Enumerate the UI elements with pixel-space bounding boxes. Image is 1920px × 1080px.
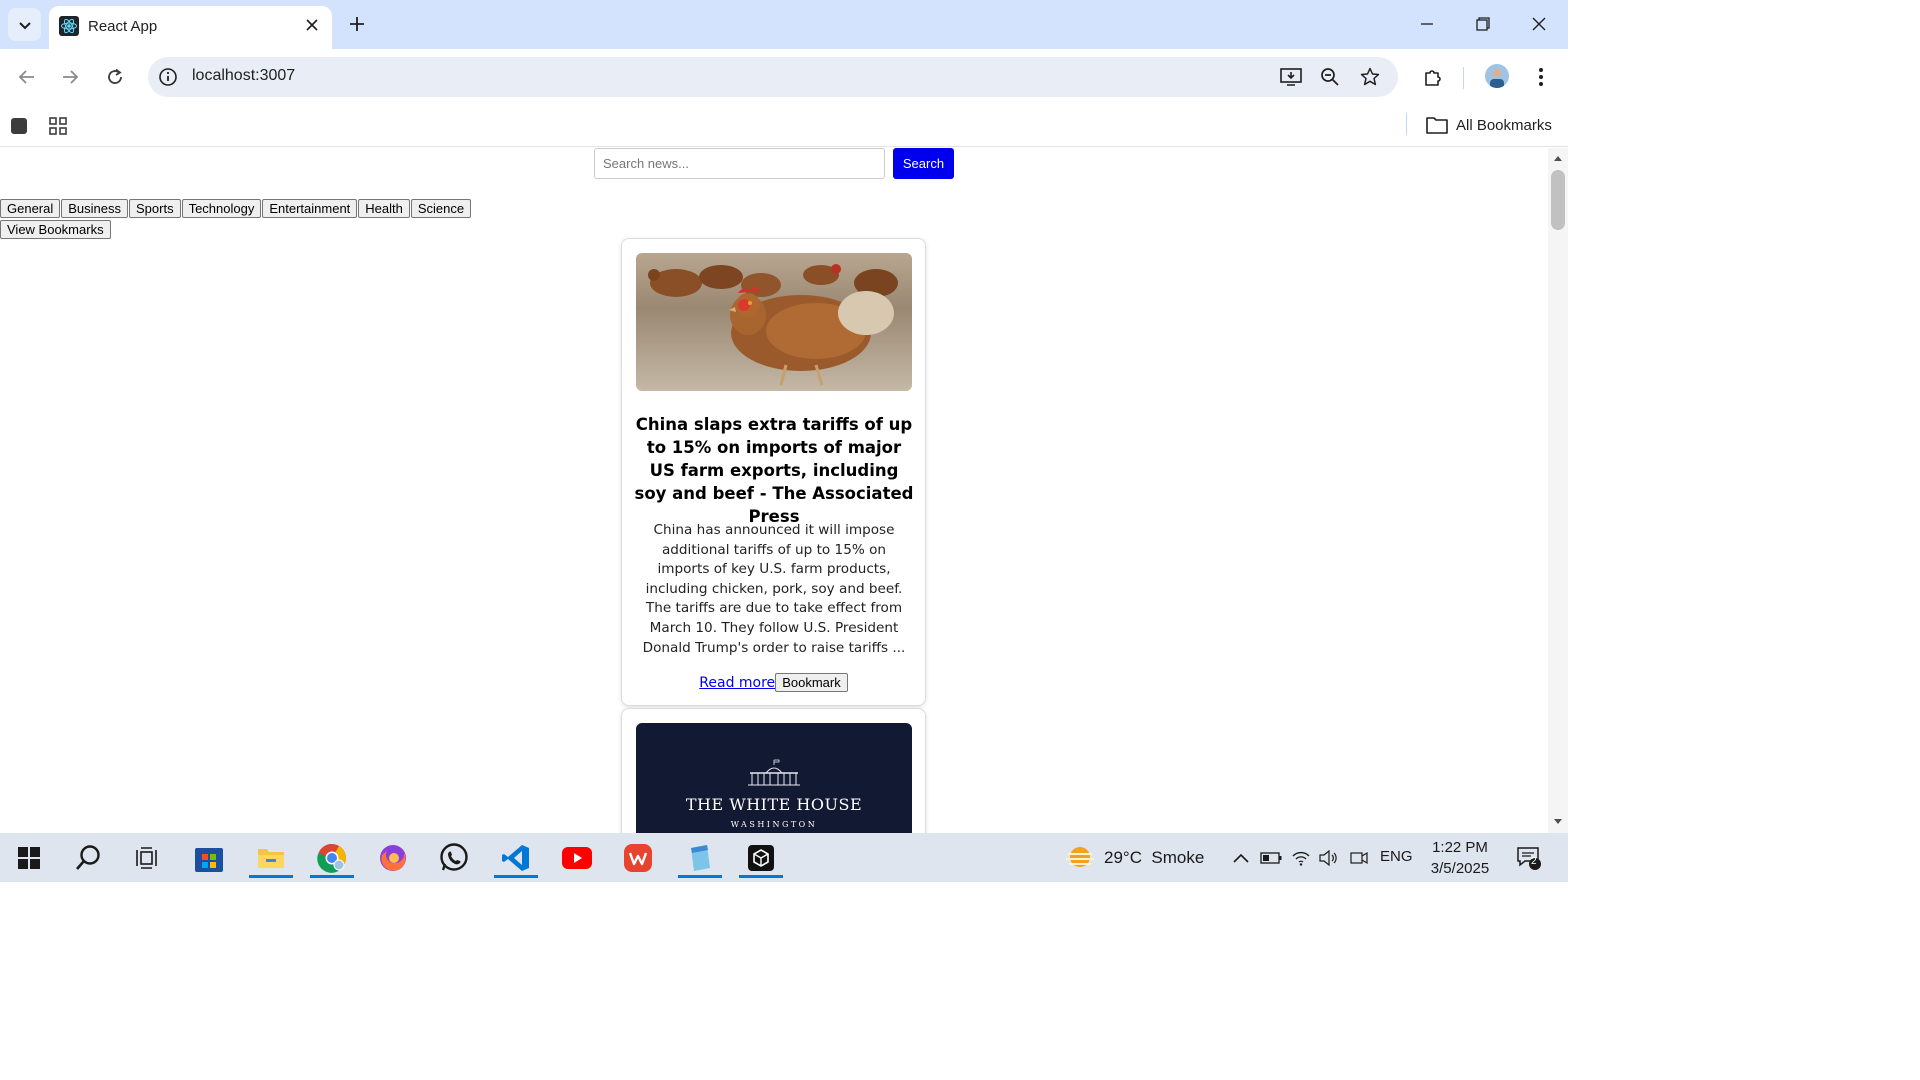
notification-count: 2 (1531, 856, 1537, 867)
search-bar: Search (594, 148, 954, 179)
camera-mic-icon[interactable] (1348, 847, 1370, 869)
category-health-button[interactable]: Health (358, 199, 410, 218)
tab-title: React App (88, 18, 158, 35)
news-card: THE WHITE HOUSE WASHINGTON (621, 708, 926, 833)
restore-icon[interactable] (1471, 12, 1495, 36)
vertical-scrollbar[interactable] (1548, 148, 1568, 833)
white-house-logo-icon (748, 759, 800, 786)
youtube-icon[interactable] (551, 838, 603, 878)
install-app-icon[interactable] (1279, 65, 1303, 89)
category-business-button[interactable]: Business (61, 199, 128, 218)
page-viewport: Search General Business Sports Technolog… (0, 148, 1568, 833)
bookmarks-bar: All Bookmarks (0, 105, 1568, 147)
category-entertainment-button[interactable]: Entertainment (262, 199, 358, 218)
react-favicon-icon (59, 16, 79, 36)
zoom-icon[interactable] (1318, 65, 1342, 89)
read-more-link[interactable]: Read more (699, 675, 775, 691)
tab-groups-square-icon[interactable] (7, 114, 31, 138)
address-bar[interactable]: localhost:3007 (148, 57, 1398, 97)
white-house-subtext: WASHINGTON (730, 820, 818, 829)
article-title: China slaps extra tariffs of up to 15% o… (634, 415, 914, 526)
chrome-icon[interactable] (306, 838, 358, 878)
microsoft-store-icon[interactable] (183, 838, 235, 878)
search-icon[interactable] (62, 838, 114, 878)
firefox-icon[interactable] (367, 838, 419, 878)
category-buttons: General Business Sports Technology Enter… (0, 199, 472, 218)
all-bookmarks-label: All Bookmarks (1456, 116, 1552, 134)
url-text[interactable]: localhost:3007 (192, 67, 295, 85)
site-info-icon[interactable] (158, 67, 178, 87)
terminal-app-icon[interactable] (735, 838, 787, 878)
bookmarks-divider (1406, 113, 1407, 135)
back-arrow-icon[interactable] (13, 63, 41, 91)
close-tab-icon[interactable] (302, 15, 322, 35)
bookmark-star-icon[interactable] (1358, 65, 1382, 89)
toolbar-divider (1463, 67, 1464, 89)
white-house-wordmark: THE WHITE HOUSE (685, 795, 863, 814)
windows-start-icon[interactable] (3, 838, 55, 878)
notifications-icon[interactable]: 2 (1516, 845, 1542, 871)
notepad-icon[interactable] (674, 838, 726, 878)
battery-icon[interactable] (1260, 847, 1282, 869)
new-tab-plus-icon[interactable] (345, 12, 369, 36)
article-image-chickens (636, 253, 912, 391)
weather-text: 29°C Smoke (1104, 848, 1205, 867)
forward-arrow-icon[interactable] (56, 63, 84, 91)
search-button[interactable]: Search (893, 148, 954, 179)
search-input[interactable] (594, 148, 885, 179)
show-hidden-icons-chevron-icon[interactable] (1230, 847, 1252, 869)
weather-widget[interactable]: 29°C Smoke (1066, 845, 1204, 871)
chickens-photo-icon (636, 253, 912, 391)
article-image-white-house: THE WHITE HOUSE WASHINGTON (636, 723, 912, 833)
bookmark-button[interactable]: Bookmark (775, 673, 848, 692)
scroll-down-arrow-icon[interactable] (1553, 818, 1563, 826)
scrollbar-thumb[interactable] (1551, 170, 1565, 230)
news-card: China slaps extra tariffs of up to 15% o… (621, 238, 926, 706)
clock[interactable]: 1:22 PM 3/5/2025 (1424, 837, 1496, 879)
browser-toolbar: localhost:3007 (0, 49, 1568, 105)
category-sports-button[interactable]: Sports (129, 199, 181, 218)
reload-icon[interactable] (101, 63, 129, 91)
article-actions: Read more Bookmark (622, 673, 925, 692)
more-menu-icon[interactable] (1527, 63, 1555, 91)
article-description: China has announced it will impose addit… (642, 522, 906, 656)
tab-react-app[interactable]: React App (49, 6, 332, 49)
scroll-up-arrow-icon[interactable] (1553, 154, 1563, 162)
task-view-icon[interactable] (121, 838, 173, 878)
tab-search-button[interactable] (8, 8, 41, 41)
minimize-icon[interactable] (1415, 12, 1439, 36)
browser-tabstrip: React App (0, 0, 1568, 49)
volume-icon[interactable] (1318, 847, 1340, 869)
clock-time: 1:22 PM (1432, 839, 1488, 856)
category-technology-button[interactable]: Technology (181, 199, 262, 218)
profile-avatar[interactable] (1485, 64, 1509, 88)
windows-taskbar: 29°C Smoke ENG 1:22 PM 3/5/2025 2 (0, 833, 1568, 882)
file-explorer-icon[interactable] (245, 838, 297, 878)
close-window-icon[interactable] (1527, 12, 1551, 36)
clock-date: 3/5/2025 (1430, 860, 1490, 877)
wps-office-icon[interactable] (612, 838, 664, 878)
chevron-down-icon (18, 21, 31, 29)
language-indicator[interactable]: ENG (1380, 848, 1413, 865)
category-general-button[interactable]: General (0, 199, 61, 218)
weather-smoke-icon (1066, 847, 1094, 867)
all-bookmarks-button[interactable]: All Bookmarks (1426, 112, 1552, 138)
apps-grid-icon[interactable] (46, 114, 70, 138)
view-bookmarks-button[interactable]: View Bookmarks (0, 220, 111, 239)
extensions-puzzle-icon[interactable] (1419, 63, 1447, 91)
whatsapp-icon[interactable] (428, 838, 480, 878)
folder-icon (1426, 117, 1448, 134)
vscode-icon[interactable] (490, 838, 542, 878)
category-science-button[interactable]: Science (410, 199, 472, 218)
wifi-icon[interactable] (1290, 847, 1312, 869)
